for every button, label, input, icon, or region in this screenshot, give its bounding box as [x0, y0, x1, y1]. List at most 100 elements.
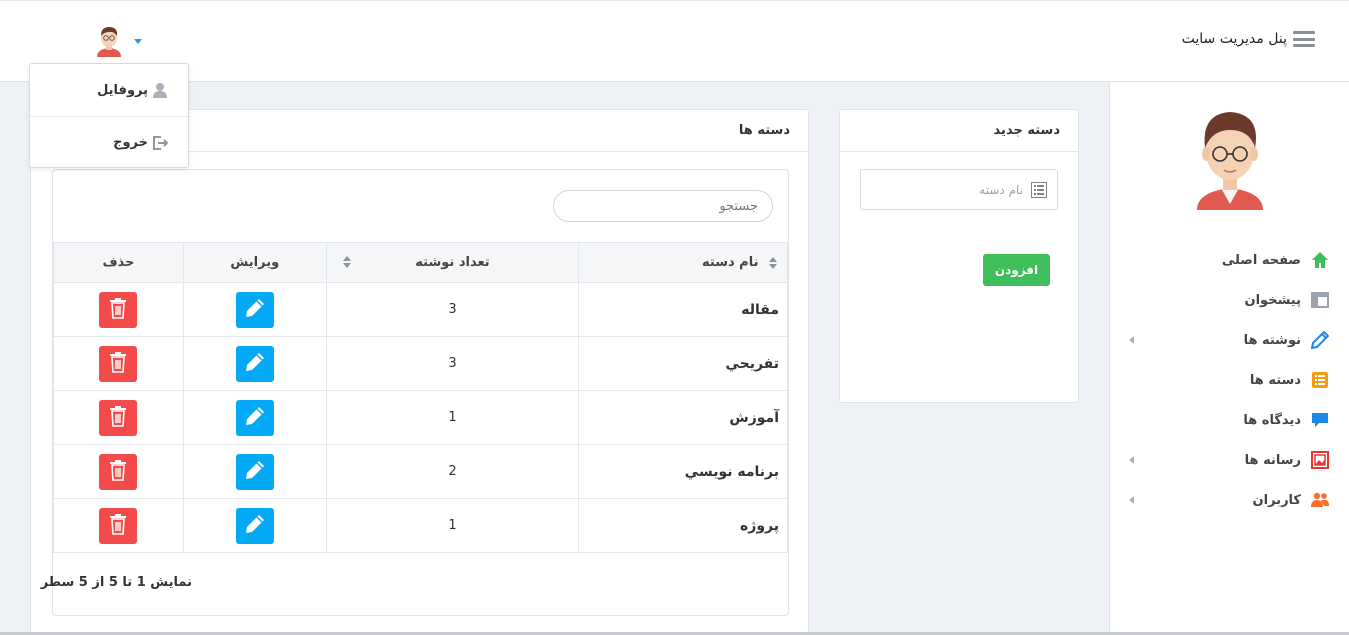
post-count-cell: 1: [325, 390, 580, 445]
add-button[interactable]: افزودن: [983, 254, 1050, 286]
table-row: مقاله 3: [53, 282, 788, 337]
sidebar-item-label: رسانه ها: [1244, 452, 1301, 468]
table-row: پروژه 1: [53, 498, 788, 553]
sidebar: صفحه اصلی پیشخوان نوشته ها دسته ها دیدگا…: [1109, 82, 1349, 635]
sidebar-item-comments[interactable]: دیدگاه ها: [1109, 400, 1349, 440]
delete-button[interactable]: [99, 399, 138, 436]
site-title: پنل مدیریت سایت: [1181, 31, 1287, 47]
brand: پنل مدیریت سایت: [1182, 31, 1315, 47]
table-row: تفريحي 3: [53, 336, 788, 391]
chevron-down-icon[interactable]: [134, 38, 142, 44]
pencil-icon: [244, 351, 266, 376]
logout-icon: [153, 135, 168, 150]
sidebar-nav: صفحه اصلی پیشخوان نوشته ها دسته ها دیدگا…: [1109, 240, 1349, 520]
sidebar-item-home[interactable]: صفحه اصلی: [1109, 240, 1349, 280]
chevron-left-icon: [1129, 496, 1134, 504]
edit-button[interactable]: [235, 453, 274, 490]
pencil-icon: [244, 297, 266, 322]
sidebar-item-label: دسته ها: [1249, 372, 1301, 388]
home-icon: [1311, 251, 1329, 269]
trash-icon: [108, 297, 128, 322]
pencil-icon: [244, 405, 266, 430]
comment-icon: [1311, 411, 1329, 429]
delete-cell: [53, 390, 184, 445]
new-category-title: دسته جدید: [840, 110, 1078, 152]
delete-button[interactable]: [99, 291, 138, 328]
sidebar-item-label: دیدگاه ها: [1243, 412, 1301, 428]
category-name-cell: برنامه نويسي: [578, 444, 788, 499]
delete-cell: [53, 444, 184, 499]
post-count-cell: 3: [325, 282, 580, 337]
edit-cell: [182, 390, 327, 445]
delete-button[interactable]: [99, 345, 138, 382]
sidebar-item-label: پیشخوان: [1244, 292, 1302, 308]
hamburger-icon[interactable]: [1293, 31, 1315, 47]
pencil-icon: [244, 459, 266, 484]
user-menu-toggle[interactable]: [94, 25, 142, 57]
category-name-cell: مقاله: [578, 282, 788, 337]
sidebar-item-dashboard[interactable]: پیشخوان: [1109, 280, 1349, 320]
column-header-count[interactable]: تعداد نوشته: [325, 242, 580, 283]
sidebar-item-label: نوشته ها: [1243, 332, 1301, 348]
edit-button[interactable]: [235, 399, 274, 436]
categories-panel: دسته ها نام دسته تعداد نوشته: [30, 109, 809, 635]
categories-table: نام دسته تعداد نوشته ویرایش حذف مقاله 3 تف…: [53, 242, 788, 553]
column-header-name[interactable]: نام دسته: [578, 242, 788, 283]
categories-table-card: نام دسته تعداد نوشته ویرایش حذف مقاله3تف…: [41, 169, 789, 616]
category-name-field[interactable]: [860, 169, 1058, 210]
trash-icon: [108, 513, 128, 538]
delete-button[interactable]: [99, 453, 138, 490]
list-icon: [1311, 371, 1329, 389]
sort-icon: [769, 256, 777, 269]
post-count-cell: 3: [325, 336, 580, 391]
pencil-icon: [244, 513, 266, 538]
user-icon: [153, 83, 167, 98]
column-header-label: نام دسته: [702, 255, 759, 270]
category-name-cell: پروژه: [578, 498, 788, 553]
delete-cell: [53, 336, 184, 391]
sort-icon: [342, 256, 351, 268]
category-name-input[interactable]: [873, 182, 1023, 197]
users-icon: [1311, 491, 1329, 509]
column-header-delete: حذف: [53, 242, 184, 283]
sidebar-item-label: صفحه اصلی: [1221, 252, 1301, 268]
sidebar-item-media[interactable]: رسانه ها: [1109, 440, 1349, 480]
search-field[interactable]: [553, 190, 773, 222]
edit-cell: [182, 498, 327, 553]
edit-button[interactable]: [235, 291, 274, 328]
table-header-row: نام دسته تعداد نوشته ویرایش حذف: [53, 242, 788, 283]
edit-button[interactable]: [235, 345, 274, 382]
post-count-cell: 2: [325, 444, 580, 499]
column-header-label: حذف: [102, 255, 135, 270]
menu-item-profile-label: پروفایل: [97, 82, 148, 98]
column-header-edit: ویرایش: [182, 242, 327, 283]
menu-item-profile[interactable]: پروفایل: [30, 64, 188, 116]
new-category-panel: دسته جدید افزودن: [839, 109, 1079, 403]
post-count-cell: 1: [325, 498, 580, 553]
sidebar-item-users[interactable]: کاربران: [1109, 480, 1349, 520]
menu-item-logout[interactable]: خروج: [30, 116, 188, 168]
search-input[interactable]: [568, 198, 758, 214]
edit-cell: [182, 336, 327, 391]
user-dropdown-menu: پروفایل خروج: [29, 63, 189, 168]
chevron-left-icon: [1129, 456, 1134, 464]
trash-icon: [108, 351, 128, 376]
list-icon: [1031, 181, 1047, 198]
sidebar-item-categories[interactable]: دسته ها: [1109, 360, 1349, 400]
trash-icon: [108, 459, 128, 484]
delete-cell: [53, 282, 184, 337]
trash-icon: [108, 405, 128, 430]
column-header-label: ویرایش: [230, 255, 280, 270]
column-header-label: تعداد نوشته: [415, 255, 490, 270]
top-bar: پنل مدیریت سایت: [0, 0, 1349, 82]
table-row: آموزش 1: [53, 390, 788, 445]
sidebar-item-posts[interactable]: نوشته ها: [1109, 320, 1349, 360]
table-info: نمایش 1 تا 5 از 5 سطر: [40, 575, 192, 590]
table-row: برنامه نويسي 2: [53, 444, 788, 499]
delete-button[interactable]: [99, 507, 138, 544]
avatar-icon[interactable]: [94, 25, 124, 57]
dashboard-icon: [1311, 291, 1329, 309]
edit-button[interactable]: [235, 507, 274, 544]
profile-avatar-icon: [1197, 112, 1263, 210]
delete-cell: [53, 498, 184, 553]
